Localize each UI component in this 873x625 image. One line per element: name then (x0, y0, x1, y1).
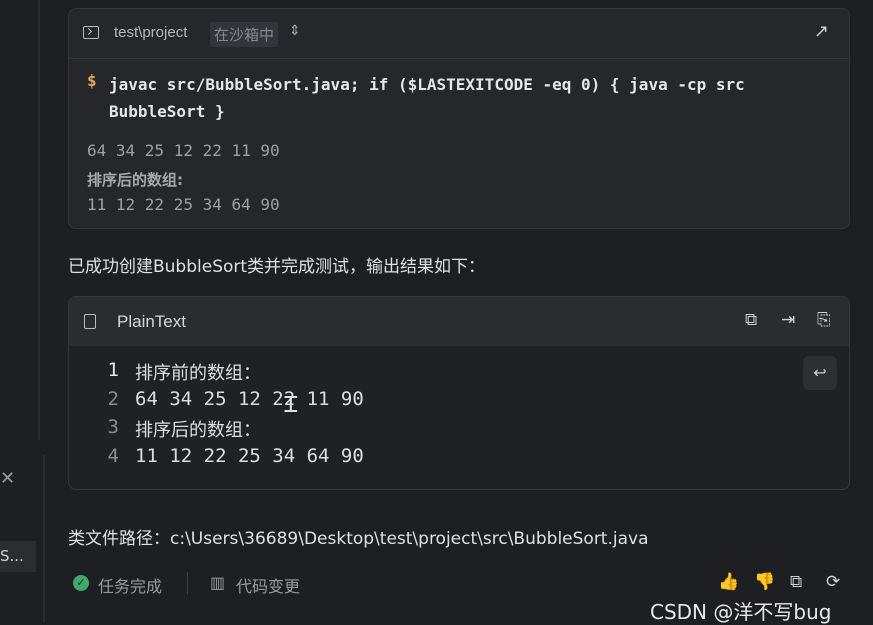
terminal-icon (83, 26, 99, 39)
code-line: 1 排序前的数组： (69, 359, 849, 387)
new-file-icon[interactable]: ⎘ (817, 310, 831, 330)
code-line: 3 排序后的数组： (69, 416, 849, 444)
code-changes-button[interactable]: 代码变更 (236, 573, 300, 597)
line-number: 2 (107, 388, 119, 410)
chevron-updown-icon[interactable]: ⇕ (289, 23, 301, 39)
text-cursor-icon: Ꮖ (284, 393, 299, 418)
copy-icon[interactable]: ⧉ (745, 310, 757, 330)
copy-icon[interactable]: ⧉ (790, 572, 802, 592)
code-change-icon[interactable]: ▥ (210, 573, 225, 592)
file-icon (84, 314, 96, 329)
terminal-header: test\project 在沙箱中 ⇕ ↗ (69, 9, 849, 59)
line-text: 64 34 25 12 22 11 90 (135, 388, 364, 410)
footer-divider (187, 572, 188, 594)
terminal-path: test\project (114, 24, 188, 41)
code-block: PlainText ⧉ ⇥ ⎘ ↩ 1 排序前的数组： 2 64 34 25 1… (68, 296, 850, 490)
expand-icon[interactable]: ↗ (814, 21, 829, 42)
sidebar-divider (38, 0, 40, 440)
code-line: 4 11 12 22 25 34 64 90 (69, 445, 849, 473)
code-block-header: PlainText ⧉ ⇥ ⎘ (69, 297, 849, 346)
code-line: 2 64 34 25 12 22 11 90 (69, 388, 849, 416)
assistant-message: 已成功创建BubbleSort类并完成测试，输出结果如下： (68, 257, 486, 277)
command-line-1: javac src/BubbleSort.java; if ($LASTEXIT… (109, 75, 745, 94)
refresh-icon[interactable]: ⟳ (826, 572, 840, 592)
watermark: CSDN @洋不写bug (650, 600, 832, 624)
insert-icon[interactable]: ⇥ (781, 310, 795, 330)
code-language: PlainText (117, 312, 186, 331)
file-path-message: 类文件路径：c:\Users\36689\Desktop\test\projec… (68, 529, 649, 549)
terminal-output-line: 排序后的数组: (87, 171, 183, 189)
terminal-output-line: 64 34 25 12 22 11 90 (87, 141, 280, 160)
left-sidebar (0, 0, 40, 623)
terminal-card: test\project 在沙箱中 ⇕ ↗ $ javac src/Bubble… (68, 8, 850, 229)
check-circle-icon: ✓ (73, 575, 89, 591)
line-text: 排序前的数组： (135, 363, 261, 384)
line-number: 3 (107, 416, 119, 438)
line-text: 排序后的数组： (135, 420, 261, 441)
command-line-2: BubbleSort } (109, 102, 225, 121)
line-number: 4 (107, 445, 119, 467)
sidebar-tab[interactable]: S... (0, 541, 36, 572)
sidebar-divider-lower (43, 455, 45, 623)
terminal-command: javac src/BubbleSort.java; if ($LASTEXIT… (109, 71, 829, 125)
terminal-prompt: $ (87, 71, 97, 90)
close-icon[interactable]: ✕ (0, 468, 15, 489)
thumbs-up-icon[interactable]: 👍 (718, 572, 739, 592)
line-text: 11 12 22 25 34 64 90 (135, 445, 364, 467)
thumbs-down-icon[interactable]: 👎 (754, 572, 775, 592)
terminal-output-line: 11 12 22 25 34 64 90 (87, 195, 280, 214)
sidebar-tab-label: S... (0, 547, 24, 565)
line-number: 1 (107, 359, 119, 381)
sandbox-badge: 在沙箱中 (210, 22, 279, 47)
task-complete-label: 任务完成 (98, 577, 163, 596)
